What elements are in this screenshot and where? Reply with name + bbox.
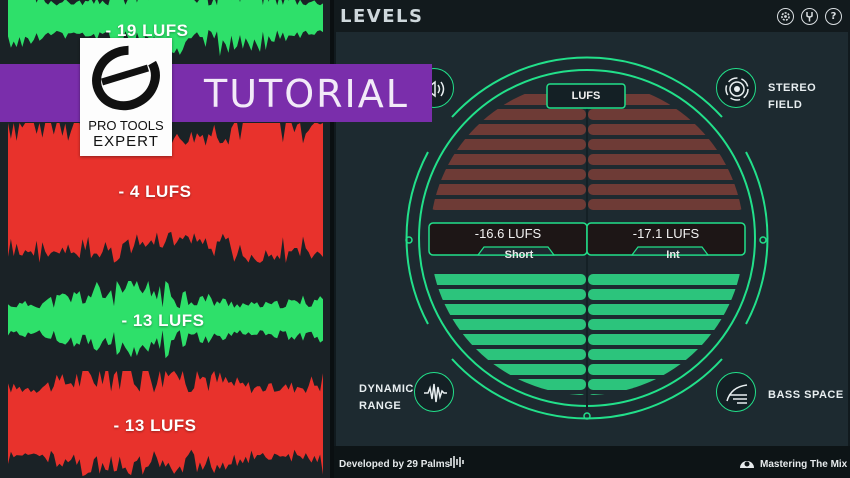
help-button[interactable]: ? — [825, 8, 842, 25]
expert-e-logo-icon — [92, 45, 160, 111]
tuning-button[interactable] — [801, 8, 818, 25]
meter-bar-r-6 — [588, 184, 744, 195]
meter-bar-l-3 — [430, 139, 586, 150]
waveform-icon — [424, 383, 447, 403]
meter-bar-r-5 — [588, 169, 744, 180]
dynamic-range-label-line1[interactable]: DYNAMIC — [359, 381, 414, 398]
meter-bar-l-9 — [430, 289, 586, 300]
meter-bar-r-2 — [588, 124, 744, 135]
meter-bar-r-4 — [588, 154, 744, 165]
tuning-fork-icon — [806, 12, 813, 22]
stereo-rings-icon — [725, 77, 749, 101]
bass-space-label[interactable]: BASS SPACE — [768, 387, 844, 404]
logo-line2: EXPERT — [93, 133, 159, 150]
bass-space-button[interactable] — [716, 372, 756, 412]
meter-bar-l-10 — [430, 304, 586, 315]
meter-bar-r-11 — [588, 319, 744, 330]
meter-bar-r-13 — [588, 349, 744, 360]
lufs-mode-label[interactable]: LUFS — [547, 90, 625, 102]
meter-bar-l-11 — [430, 319, 586, 330]
outer-arc-left — [405, 151, 429, 325]
integrated-tab[interactable]: Int — [638, 249, 708, 261]
meter-bar-r-8 — [588, 274, 744, 285]
meter-bar-r-3 — [588, 139, 744, 150]
waveform-4-label: - 13 LUFS — [113, 416, 197, 435]
gear-icon — [781, 12, 790, 21]
meter-bar-l-4 — [430, 154, 586, 165]
mastering-the-mix-logo-icon — [740, 461, 754, 468]
waveform-3-label: - 13 LUFS — [121, 311, 205, 330]
meter-bar-l-13 — [430, 349, 586, 360]
logo-line1: PRO TOOLS — [88, 118, 164, 133]
brand-name: Mastering The Mix — [760, 459, 848, 470]
developer-credit: Developed by 29 Palms — [339, 459, 451, 470]
right-node — [759, 236, 767, 244]
meter-bar-l-5 — [430, 169, 586, 180]
short-term-tab[interactable]: Short — [484, 249, 554, 261]
pro-tools-expert-logo: PRO TOOLS EXPERT — [80, 38, 172, 156]
meter-bar-r-10 — [588, 304, 744, 315]
waveform-2-label: - 4 LUFS — [118, 182, 192, 201]
meter-bar-r-7 — [588, 199, 744, 210]
bass-lines-icon — [726, 384, 748, 404]
meter-bar-l-8 — [430, 274, 586, 285]
help-icon: ? — [830, 11, 837, 22]
plugin-title: LEVELS — [340, 6, 424, 27]
meter-bar-l-6 — [430, 184, 586, 195]
meter-bar-l-7 — [430, 199, 586, 210]
dynamic-range-button[interactable] — [414, 372, 454, 412]
dynamic-range-label-line2[interactable]: RANGE — [359, 398, 401, 415]
settings-button[interactable] — [777, 8, 794, 25]
stereo-field-button[interactable] — [716, 68, 756, 108]
banner-text: TUTORIAL — [204, 72, 409, 116]
stereo-field-label[interactable]: STEREO FIELD — [768, 80, 850, 114]
short-term-readout: -16.6 LUFS — [474, 226, 542, 241]
integrated-readout: -17.1 LUFS — [632, 226, 700, 241]
meter-bar-r-9 — [588, 289, 744, 300]
palms-logo-icon — [450, 456, 464, 468]
meter-bar-l-2 — [430, 124, 586, 135]
